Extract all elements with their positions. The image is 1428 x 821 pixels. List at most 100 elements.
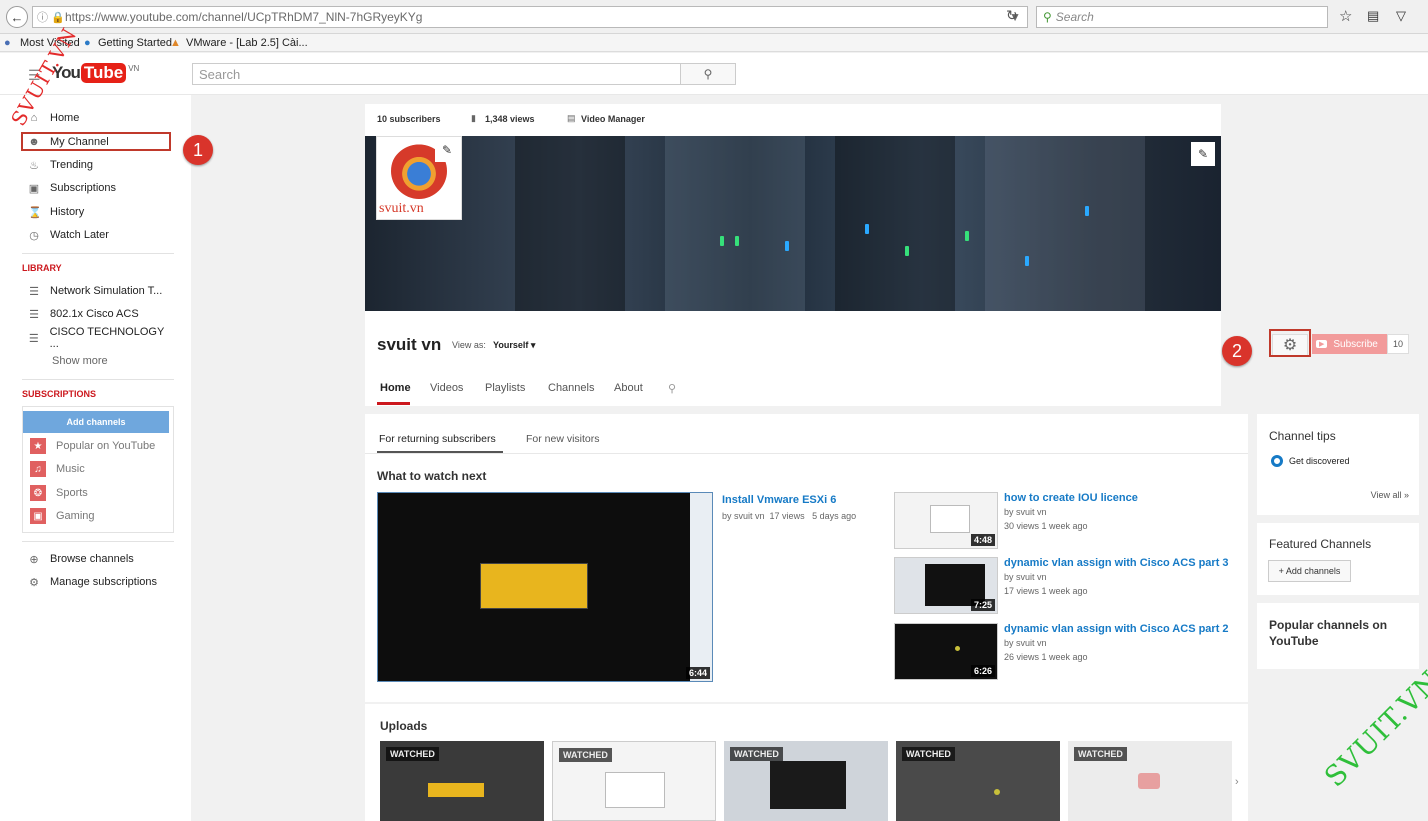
thumbnail-dialog xyxy=(480,563,588,609)
video-thumbnail[interactable]: 4:48 xyxy=(894,492,998,549)
video-title[interactable]: dynamic vlan assign with Cisco ACS part … xyxy=(1004,557,1229,569)
view-all-label: View all xyxy=(1370,490,1402,500)
video-thumbnail[interactable]: 6:26 xyxy=(894,623,998,680)
library-item[interactable]: ☰ CISCO TECHNOLOGY ... xyxy=(22,326,172,350)
video-author: by svuit vn xyxy=(1004,638,1047,648)
video-author: by svuit vn xyxy=(1004,572,1047,582)
thumbnail-window xyxy=(605,772,665,808)
video-title[interactable]: how to create IOU licence xyxy=(1004,492,1138,504)
bookmark-getting-started[interactable]: Getting Started xyxy=(98,37,172,49)
view-as-dropdown[interactable]: Yourself ▾ xyxy=(493,340,535,351)
video-thumbnail[interactable]: 7:25 xyxy=(894,557,998,614)
thumbnail-scroll-strip xyxy=(690,493,712,681)
featured-video-thumbnail[interactable]: 6:44 xyxy=(377,492,713,682)
edit-avatar-pencil-icon[interactable]: ✎ xyxy=(435,138,459,162)
edit-banner-pencil-icon[interactable]: ✎ xyxy=(1191,142,1215,166)
browse-channels-link[interactable]: ⊕ Browse channels xyxy=(22,549,172,569)
tab-about[interactable]: About xyxy=(614,382,643,394)
video-meta: 30 views 1 week ago xyxy=(1004,521,1088,531)
channel-header: 10 subscribers ▮ 1,348 views ▤ Video Man… xyxy=(365,104,1409,406)
gaming-icon: ▣ xyxy=(30,508,46,524)
subscriptions-heading: SUBSCRIPTIONS xyxy=(22,389,97,399)
browser-search-input[interactable]: ⚲ Search xyxy=(1036,6,1328,28)
upload-thumbnail[interactable]: WATCHED xyxy=(896,741,1060,821)
view-as-value: Yourself xyxy=(493,340,529,350)
guide-item-history[interactable]: ⌛ History xyxy=(22,202,172,222)
view-all-link[interactable]: View all » xyxy=(1371,490,1409,500)
library-heading: LIBRARY xyxy=(22,263,62,273)
guide-item-trending[interactable]: ♨ Trending xyxy=(22,155,172,175)
subscribe-button[interactable]: ▶ Subscribe xyxy=(1312,334,1387,354)
manage-subscriptions-link[interactable]: ⚙ Manage subscriptions xyxy=(22,572,172,592)
video-manager-link[interactable]: Video Manager xyxy=(581,114,645,124)
step-2-marker: 2 xyxy=(1222,336,1252,366)
guide-item-subscriptions[interactable]: ▣ Subscriptions xyxy=(22,178,172,198)
video-author: by svuit vn xyxy=(722,511,765,521)
address-bar[interactable]: ⓘ 🔒 https://www.youtube.com/channel/UCpT… xyxy=(32,6,1028,28)
pocket-icon[interactable]: ▽ xyxy=(1396,8,1406,24)
youtube-logo[interactable]: You Tube VN xyxy=(52,63,139,83)
upload-thumbnail[interactable]: WATCHED xyxy=(1068,741,1232,821)
video-title[interactable]: dynamic vlan assign with Cisco ACS part … xyxy=(1004,623,1229,635)
subscriptions-icon: ▣ xyxy=(28,182,40,195)
guide-item-label: Subscriptions xyxy=(50,182,117,194)
chevron-right-icon[interactable]: › xyxy=(1235,776,1239,788)
subscription-item[interactable]: ♫ Music xyxy=(30,459,85,479)
subscription-label: Popular on YouTube xyxy=(56,440,156,452)
clock-icon: ◷ xyxy=(29,229,39,242)
library-item[interactable]: ☰ Network Simulation T... xyxy=(22,281,172,301)
thumbnail-dialog xyxy=(428,783,484,797)
upload-thumbnail[interactable]: WATCHED xyxy=(380,741,544,821)
subscription-item[interactable]: ▣ Gaming xyxy=(30,506,95,526)
guide-item-label: Trending xyxy=(50,159,94,171)
guide-item-watch-later[interactable]: ◷ Watch Later xyxy=(22,225,172,245)
bookmarks-bar: ● Most Visited ● Getting Started ▲ VMwar… xyxy=(0,34,1428,52)
gear-icon: ⚙ xyxy=(29,576,39,589)
guide-item-home[interactable]: ⌂ Home xyxy=(22,108,172,128)
thumbnail-window xyxy=(930,505,970,533)
subtab-new-visitors[interactable]: For new visitors xyxy=(526,433,600,445)
thumbnail-terminal xyxy=(770,761,846,809)
search-icon: ⚲ xyxy=(703,67,713,81)
bookmark-vmware[interactable]: VMware - [Lab 2.5] Cài... xyxy=(186,37,308,49)
add-channels-button[interactable]: Add channels xyxy=(23,411,169,433)
section-title: What to watch next xyxy=(377,469,487,483)
reading-list-icon[interactable]: ▤ xyxy=(1367,8,1379,24)
add-channels-sidebar-button[interactable]: + Add channels xyxy=(1268,560,1351,582)
back-arrow-icon[interactable]: ← xyxy=(6,6,28,28)
tab-channels[interactable]: Channels xyxy=(548,382,594,394)
tab-playlists[interactable]: Playlists xyxy=(485,382,525,394)
watched-badge: WATCHED xyxy=(730,747,783,761)
bookmark-star-icon[interactable]: ☆ xyxy=(1339,7,1352,25)
subtab-returning[interactable]: For returning subscribers xyxy=(379,433,496,445)
subscription-item[interactable]: ❂ Sports xyxy=(30,483,88,503)
reload-icon[interactable]: ↻ xyxy=(1006,7,1018,24)
video-duration: 6:26 xyxy=(970,665,995,677)
upload-thumbnail[interactable]: WATCHED xyxy=(724,741,888,821)
uploads-title: Uploads xyxy=(380,719,428,733)
most-visited-icon: ● xyxy=(4,37,11,49)
upload-thumbnail[interactable]: WATCHED xyxy=(552,741,716,821)
search-button[interactable]: ⚲ xyxy=(680,63,736,85)
subscription-label: Music xyxy=(56,463,85,475)
guide-divider xyxy=(22,379,174,380)
subscription-label: Sports xyxy=(56,487,88,499)
tab-videos[interactable]: Videos xyxy=(430,382,463,394)
show-more-link[interactable]: Show more xyxy=(52,355,108,367)
video-meta: 26 views 1 week ago xyxy=(1004,652,1088,662)
popular-channels-title: Popular channels on YouTube xyxy=(1269,618,1388,648)
channel-search-icon[interactable]: ⚲ xyxy=(668,382,676,395)
thumbnail-cursor xyxy=(994,789,1000,795)
tip-item[interactable]: Get discovered xyxy=(1289,456,1350,466)
search-input[interactable]: Search xyxy=(192,63,681,85)
channel-tips-title: Channel tips xyxy=(1269,429,1336,443)
video-age: 5 days ago xyxy=(812,511,857,521)
tab-home[interactable]: Home xyxy=(380,382,411,394)
featured-video-title[interactable]: Install Vmware ESXi 6 xyxy=(722,494,836,506)
video-duration: 6:44 xyxy=(685,667,710,679)
subscription-item[interactable]: ★ Popular on YouTube xyxy=(30,436,155,456)
subscriber-count-badge: 10 xyxy=(1387,334,1409,354)
view-count: 1,348 views xyxy=(485,114,535,124)
uploads-card: Uploads WATCHED WATCHED WATCHED WATCHED … xyxy=(365,704,1248,821)
library-item[interactable]: ☰ 802.1x Cisco ACS xyxy=(22,304,172,324)
